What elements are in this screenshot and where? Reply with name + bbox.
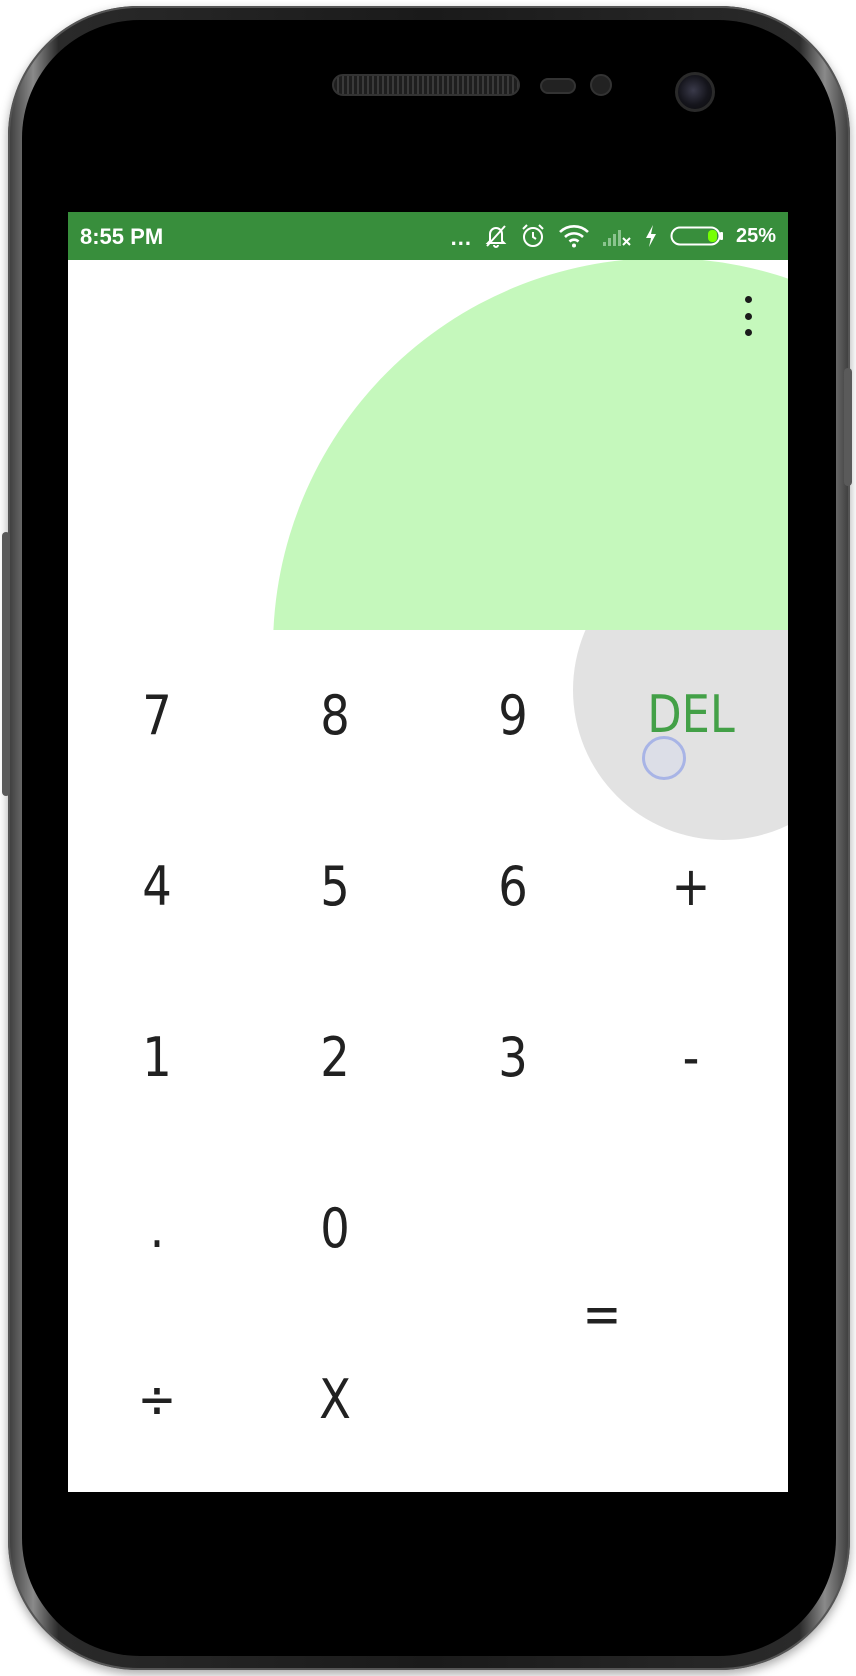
front-camera	[675, 72, 715, 112]
volume-button	[2, 532, 10, 796]
reveal-animation-circle	[273, 260, 788, 630]
digit-4-button[interactable]: 4	[80, 801, 233, 971]
digit-3-button[interactable]: 3	[436, 972, 589, 1142]
keypad: 7 8 9 DEL 4 5 6 + 1 2 3 - . 0 = ÷ X	[68, 630, 788, 1492]
power-button	[844, 368, 852, 486]
battery-icon	[670, 225, 724, 247]
menu-dot	[744, 296, 752, 303]
light-sensor	[590, 74, 612, 96]
notifications-off-icon	[484, 223, 508, 249]
menu-dot	[744, 329, 752, 336]
digit-1-button[interactable]: 1	[80, 972, 233, 1142]
app-screen: 8:55 PM ... 25% 7 8 9 DEL 4 5 6 + 1 2 3 …	[68, 212, 788, 1492]
delete-button[interactable]: DEL	[614, 630, 767, 800]
digit-0-button[interactable]: 0	[258, 1143, 411, 1313]
more-notifications-indicator: ...	[450, 225, 472, 250]
more-vert-icon[interactable]	[738, 296, 758, 336]
calculator-display	[68, 260, 788, 630]
signal-no-sim-icon	[602, 224, 632, 248]
digit-7-button[interactable]: 7	[80, 630, 233, 800]
proximity-sensor	[540, 78, 576, 94]
multiply-button[interactable]: X	[258, 1314, 411, 1484]
plus-button[interactable]: +	[614, 801, 767, 971]
menu-dot	[744, 312, 752, 320]
digit-6-button[interactable]: 6	[436, 801, 589, 971]
equals-button[interactable]: =	[525, 1143, 678, 1485]
status-icons: ... 25%	[451, 212, 776, 260]
digit-9-button[interactable]: 9	[436, 630, 589, 800]
digit-8-button[interactable]: 8	[258, 630, 411, 800]
digit-5-button[interactable]: 5	[258, 801, 411, 971]
charging-bolt-icon	[644, 224, 658, 248]
alarm-icon	[520, 223, 546, 249]
wifi-icon	[558, 224, 590, 248]
decimal-point-button[interactable]: .	[80, 1143, 233, 1313]
digit-2-button[interactable]: 2	[258, 972, 411, 1142]
status-bar: 8:55 PM ... 25%	[68, 212, 788, 260]
status-time: 8:55 PM	[80, 224, 164, 249]
minus-button[interactable]: -	[614, 972, 767, 1142]
divide-button[interactable]: ÷	[80, 1314, 233, 1484]
earpiece-speaker	[332, 74, 520, 96]
battery-percent: 25%	[735, 224, 776, 247]
